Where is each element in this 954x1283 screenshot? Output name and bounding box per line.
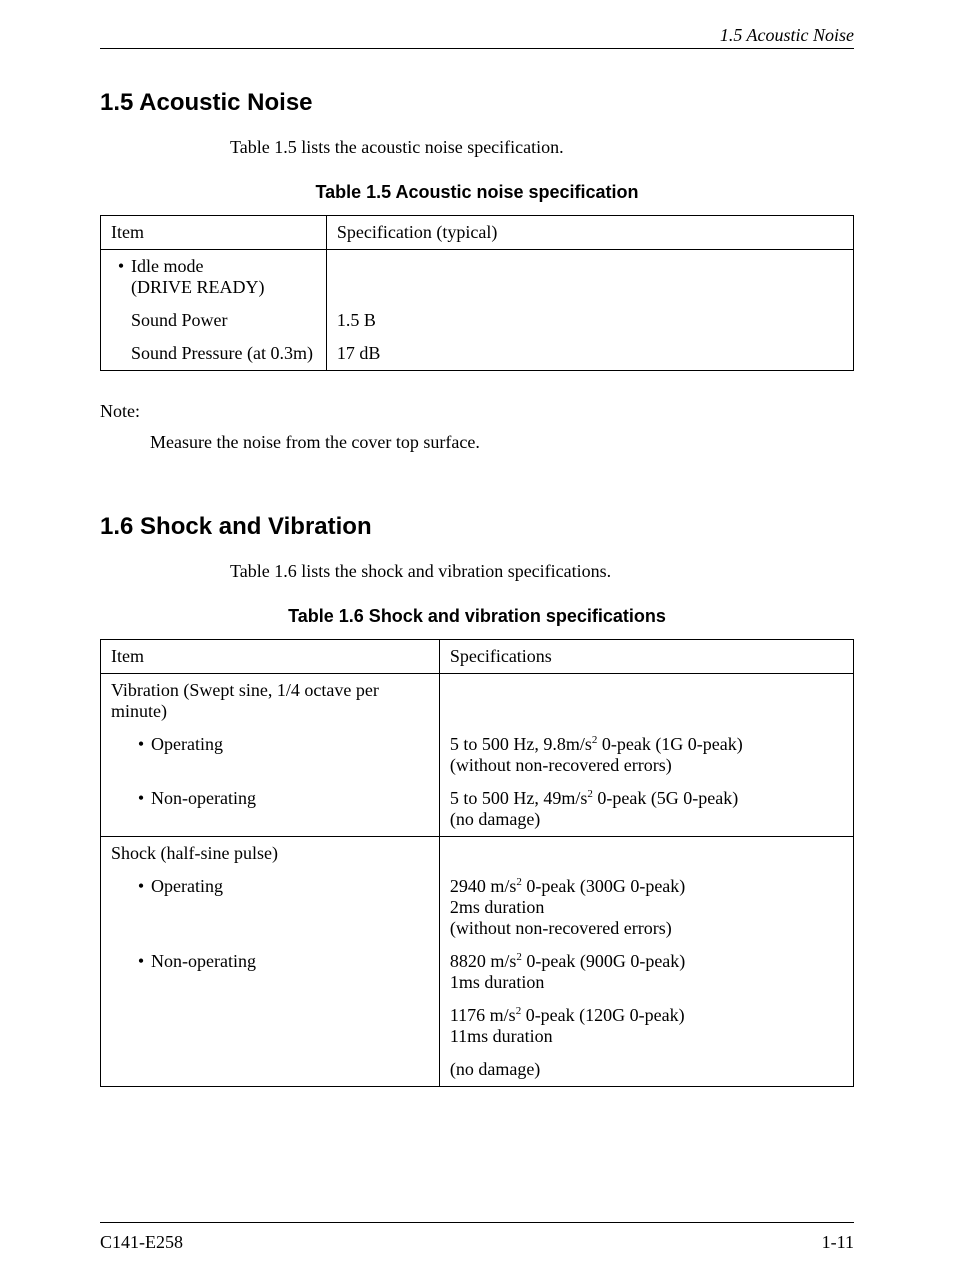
section-heading-1-5: 1.5 Acoustic Noise — [100, 89, 854, 117]
item-label: Non-operating — [151, 788, 256, 809]
group-title: Shock (half-sine pulse) — [101, 837, 440, 871]
note-body: Measure the noise from the cover top sur… — [150, 432, 854, 453]
table-header-spec: Specifications — [439, 640, 853, 674]
table-header-item: Item — [101, 216, 327, 250]
bullet-icon: • — [131, 788, 151, 809]
footer-page-number: 1-11 — [822, 1232, 854, 1253]
table-cell: • Operating — [101, 870, 440, 945]
bullet-icon: • — [111, 256, 131, 298]
table-cell: • Non-operating — [101, 782, 440, 837]
group-title: Vibration (Swept sine, 1/4 octave per mi… — [101, 674, 440, 729]
table-cell: 1176 m/s2 0-peak (120G 0-peak) 11ms dura… — [439, 999, 853, 1053]
table-cell: 8820 m/s2 0-peak (900G 0-peak) 1ms durat… — [439, 945, 853, 999]
section-heading-1-6: 1.6 Shock and Vibration — [100, 513, 854, 541]
header-rule: 1.5 Acoustic Noise — [100, 48, 854, 49]
footer-doc-id: C141-E258 — [100, 1232, 183, 1253]
table-cell — [439, 674, 853, 729]
table-row: 1176 m/s2 0-peak (120G 0-peak) 11ms dura… — [101, 999, 854, 1053]
table-cell — [101, 1053, 440, 1087]
section-1-6-intro: Table 1.6 lists the shock and vibration … — [230, 561, 854, 582]
note-label: Note: — [100, 401, 854, 422]
item-label: Non-operating — [151, 951, 256, 972]
table-row: • Operating 5 to 500 Hz, 9.8m/s2 0-peak … — [101, 728, 854, 782]
table-cell: • Idle mode (DRIVE READY) — [101, 250, 327, 305]
table-row: Item Specification (typical) — [101, 216, 854, 250]
table-row: • Non-operating 8820 m/s2 0-peak (900G 0… — [101, 945, 854, 999]
item-label: Operating — [151, 876, 223, 897]
table-row: Sound Power 1.5 B — [101, 304, 854, 337]
table-header-item: Item — [101, 640, 440, 674]
table-cell — [101, 999, 440, 1053]
table-row: (no damage) — [101, 1053, 854, 1087]
table-cell: 2940 m/s2 0-peak (300G 0-peak) 2ms durat… — [439, 870, 853, 945]
bullet-icon: • — [131, 734, 151, 755]
table-row: Shock (half-sine pulse) — [101, 837, 854, 871]
item-label: Sound Power — [111, 310, 316, 331]
table-header-spec: Specification (typical) — [326, 216, 853, 250]
table-cell — [439, 837, 853, 871]
table-cell: Sound Pressure (at 0.3m) — [101, 337, 327, 371]
table-row: Item Specifications — [101, 640, 854, 674]
table-cell — [326, 250, 853, 305]
header-section-label: 1.5 Acoustic Noise — [720, 25, 854, 46]
table-row: Sound Pressure (at 0.3m) 17 dB — [101, 337, 854, 371]
item-label: Sound Pressure (at 0.3m) — [111, 343, 316, 364]
page: 1.5 Acoustic Noise 1.5 Acoustic Noise Ta… — [0, 48, 954, 1283]
table-1-5-caption: Table 1.5 Acoustic noise specification — [100, 182, 854, 203]
table-cell: • Operating — [101, 728, 440, 782]
table-cell: (no damage) — [439, 1053, 853, 1087]
table-cell: 5 to 500 Hz, 49m/s2 0-peak (5G 0-peak) (… — [439, 782, 853, 837]
table-row: • Idle mode (DRIVE READY) — [101, 250, 854, 305]
table-1-5: Item Specification (typical) • Idle mode… — [100, 215, 854, 371]
item-label: Idle mode (DRIVE READY) — [131, 256, 264, 298]
table-1-6: Item Specifications Vibration (Swept sin… — [100, 639, 854, 1087]
table-cell: 1.5 B — [326, 304, 853, 337]
table-cell: Sound Power — [101, 304, 327, 337]
table-cell: 5 to 500 Hz, 9.8m/s2 0-peak (1G 0-peak) … — [439, 728, 853, 782]
item-label: Operating — [151, 734, 223, 755]
table-cell: 17 dB — [326, 337, 853, 371]
table-cell: • Non-operating — [101, 945, 440, 999]
bullet-icon: • — [131, 951, 151, 972]
bullet-icon: • — [131, 876, 151, 897]
table-row: Vibration (Swept sine, 1/4 octave per mi… — [101, 674, 854, 729]
section-1-5-intro: Table 1.5 lists the acoustic noise speci… — [230, 137, 854, 158]
table-row: • Operating 2940 m/s2 0-peak (300G 0-pea… — [101, 870, 854, 945]
table-row: • Non-operating 5 to 500 Hz, 49m/s2 0-pe… — [101, 782, 854, 837]
table-1-6-caption: Table 1.6 Shock and vibration specificat… — [100, 606, 854, 627]
footer-rule — [100, 1222, 854, 1223]
